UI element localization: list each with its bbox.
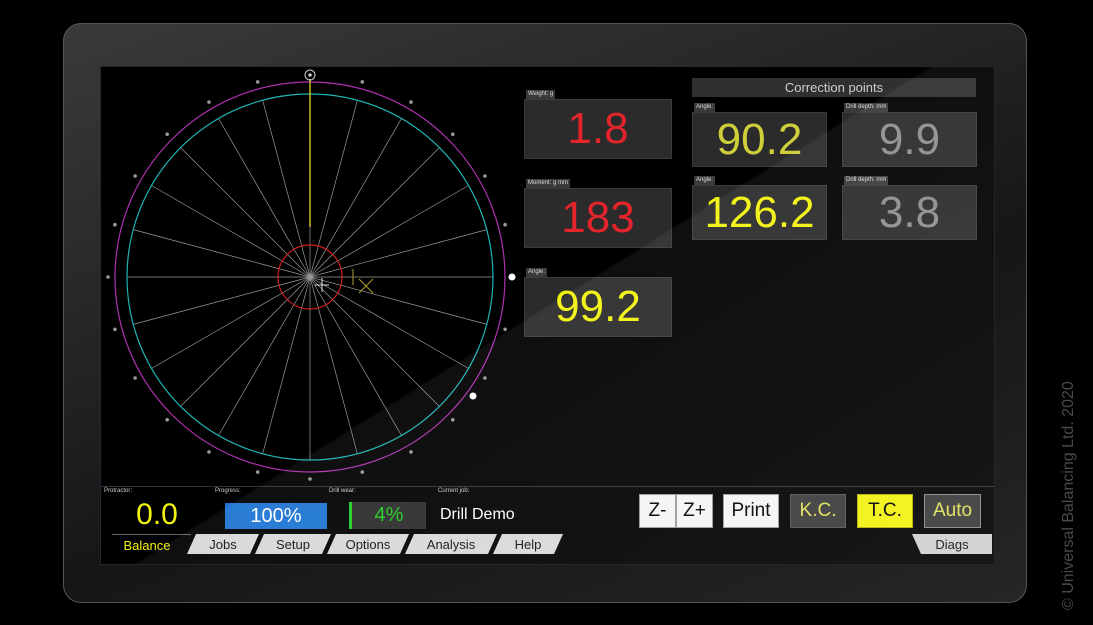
dial-spoke: [151, 276, 311, 369]
correction-depth-2: Drill depth: mm 3.8: [842, 176, 977, 240]
correction-depth-label: Drill depth: mm: [844, 176, 889, 185]
app-screen: Weight: g 1.8 Moment: g mm 183 Angle: 99…: [100, 66, 995, 565]
dial-spoke: [309, 276, 358, 454]
correction-depth-label: Drill depth: mm: [844, 103, 889, 112]
dial-spoke: [180, 147, 311, 278]
dial-spoke: [309, 118, 402, 278]
zero-marker-dot: [308, 73, 312, 77]
balance-dial: [106, 69, 516, 481]
dial-tick-dot: [165, 132, 169, 136]
dial-tick-dot: [207, 450, 211, 454]
tab-bar: Balance Jobs Setup Options Analysis Help…: [101, 534, 994, 564]
angle-readout: Angle: 99.2: [524, 268, 672, 337]
status-bar: Protractor: 0.0 Progress: 100% Drill wea…: [101, 486, 994, 535]
dial-spoke: [309, 147, 440, 278]
weight-label: Weight: g: [526, 90, 556, 99]
dial-spoke: [133, 229, 311, 278]
correction-depth-1: Drill depth: mm 9.9: [842, 103, 977, 167]
angle-value: 99.2: [555, 282, 641, 331]
copyright-text: © Universal Balancing Ltd. 2020: [1060, 381, 1077, 610]
dial-tick-dot: [308, 477, 312, 481]
weight-value: 1.8: [567, 104, 629, 153]
dial-spoke: [309, 276, 402, 436]
tab-setup[interactable]: Setup: [255, 534, 331, 554]
dial-spoke: [218, 118, 311, 278]
correction-angle-label: Angle:: [694, 103, 716, 112]
dial-spoke: [262, 276, 311, 454]
correction-point-marker: [508, 273, 516, 281]
tab-jobs[interactable]: Jobs: [187, 534, 259, 554]
correction-angle-value: 90.2: [716, 114, 803, 164]
dial-tick-dot: [409, 450, 413, 454]
moment-readout: Moment: g mm 183: [524, 179, 672, 248]
dial-spoke: [309, 229, 487, 278]
correction-point-marker: [469, 392, 477, 400]
correction-depth-value: 3.8: [878, 187, 941, 237]
dial-tick-dot: [503, 327, 507, 332]
z-plus-button[interactable]: Z+: [676, 494, 713, 528]
angle-label: Angle:: [526, 268, 548, 277]
protractor-label: Protractor:: [104, 488, 133, 494]
dial-spoke: [309, 276, 440, 407]
dial-tick-dot: [451, 418, 455, 422]
dial-tick-dot: [113, 327, 117, 332]
tab-analysis[interactable]: Analysis: [405, 534, 497, 554]
dial-spoke: [309, 276, 487, 325]
drill-wear-label: Drill wear:: [329, 488, 356, 494]
correction-angle-1: Angle: 90.2: [692, 103, 827, 167]
dial-tick-dot: [106, 275, 110, 279]
tab-balance[interactable]: Balance: [103, 534, 191, 555]
dial-tick-dot: [165, 418, 169, 422]
auto-button[interactable]: Auto: [924, 494, 981, 528]
protractor-value: 0.0: [136, 498, 178, 531]
correction-angle-2: Angle: 126.2: [692, 176, 827, 240]
dial-tick-dot: [207, 100, 211, 104]
moment-value: 183: [561, 193, 635, 242]
weight-readout: Weight: g 1.8: [524, 90, 672, 159]
dial-tick-dot: [113, 222, 117, 227]
dial-tick-dot: [360, 470, 365, 474]
dial-tick-dot: [360, 80, 365, 84]
dial-tick-dot: [133, 174, 137, 178]
current-job-value: Drill Demo: [440, 506, 515, 523]
correction-points-header: Correction points: [692, 78, 976, 97]
dial-spoke: [133, 276, 311, 325]
dial-tick-dot: [483, 174, 487, 178]
progress-bar: 100%: [225, 503, 327, 529]
dial-tick-dot: [483, 376, 487, 380]
dial-spoke: [180, 276, 311, 407]
dial-tick-dot: [255, 80, 260, 84]
dial-spoke: [262, 100, 311, 278]
dial-spoke: [218, 276, 311, 436]
dial-spoke: [309, 276, 469, 369]
progress-label: Progress:: [215, 488, 241, 494]
correction-angle-value: 126.2: [704, 187, 815, 237]
z-minus-button[interactable]: Z-: [639, 494, 676, 528]
correction-angle-label: Angle:: [694, 176, 716, 185]
print-button[interactable]: Print: [723, 494, 779, 528]
tc-button[interactable]: T.C.: [857, 494, 913, 528]
correction-depth-value: 9.9: [878, 114, 941, 164]
dial-tick-dot: [409, 100, 413, 104]
moment-label: Moment: g mm: [526, 179, 571, 188]
current-job-label: Current job:: [438, 488, 470, 494]
dial-tick-dot: [451, 132, 455, 136]
dial-spoke: [151, 185, 311, 278]
tab-help[interactable]: Help: [493, 534, 563, 554]
tab-options[interactable]: Options: [327, 534, 409, 554]
dial-spoke: [309, 185, 469, 278]
dial-spoke: [309, 100, 358, 278]
drill-wear-indicator: 4%: [349, 502, 426, 529]
dial-tick-dot: [133, 376, 137, 380]
dial-tick-dot: [255, 470, 260, 474]
kc-button[interactable]: K.C.: [790, 494, 846, 528]
dial-tick-dot: [503, 222, 507, 227]
tab-diags[interactable]: Diags: [912, 534, 992, 554]
